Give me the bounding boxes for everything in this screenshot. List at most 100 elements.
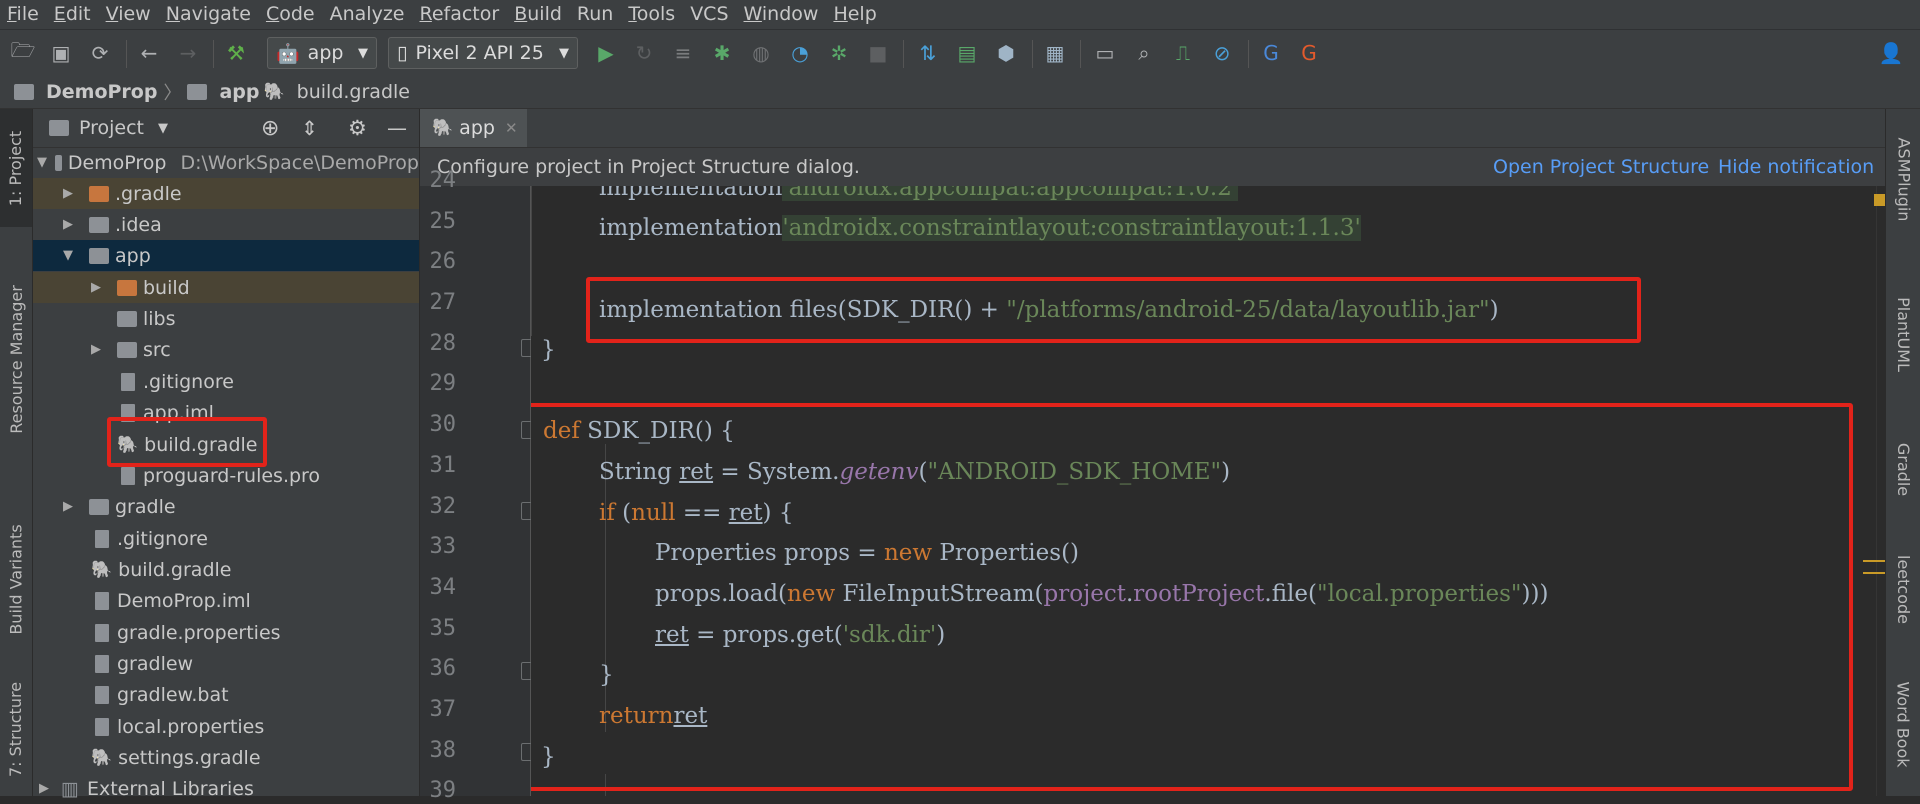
breadcrumb-module[interactable]: app	[187, 81, 260, 103]
menu-item-window[interactable]: Window	[737, 0, 827, 29]
line-number: 27	[429, 290, 457, 315]
menu-item-navigate[interactable]: Navigate	[159, 0, 259, 29]
tree-item-app[interactable]: ▼ app	[33, 240, 419, 271]
tree-item-local-properties[interactable]: local.properties	[33, 711, 419, 742]
tree-item-demoprop-iml[interactable]: DemoProp.iml	[33, 585, 419, 616]
line-number: 39	[429, 778, 457, 803]
profile-icon[interactable]: ◔	[787, 40, 813, 66]
translate-replace-icon[interactable]: G	[1296, 40, 1322, 66]
tree-item-external-libraries[interactable]: ▶ ▥ External Libraries	[33, 773, 419, 804]
open-folder-icon[interactable]: 🗁	[10, 38, 36, 66]
folder-icon	[117, 310, 137, 327]
apply-changes-icon[interactable]: ↻	[631, 40, 657, 66]
right-tool-strip: ASMPlugin PlantUML Gradle leetcode Word …	[1885, 109, 1920, 796]
chevron-down-icon: ▼	[358, 45, 368, 61]
code-line-24: implementation 'androidx.appcompat:appco…	[599, 186, 1239, 208]
menu-item-build[interactable]: Build	[507, 0, 570, 29]
apply-code-changes-icon[interactable]: ≡	[670, 40, 696, 66]
phone-icon: ▯	[397, 42, 408, 64]
user-avatar-icon[interactable]: 👤	[1878, 40, 1904, 66]
project-structure-icon[interactable]: ▦	[1042, 40, 1068, 66]
tree-item-src[interactable]: ▶ src	[33, 334, 419, 365]
tab-resource-manager[interactable]: Resource Manager	[0, 259, 32, 459]
menu-item-refactor[interactable]: Refactor	[412, 0, 507, 29]
sync-icon[interactable]: ⟳	[87, 40, 113, 66]
tree-item-root[interactable]: ▼ DemoProp D:\WorkSpace\DemoProp	[33, 147, 419, 178]
gear-icon[interactable]: ⚙	[348, 116, 367, 140]
tree-item-gradle[interactable]: ▶ gradle	[33, 491, 419, 522]
run-config-label: app	[307, 42, 344, 64]
menu-item-edit[interactable]: Edit	[47, 0, 99, 29]
translate-icon[interactable]: G	[1258, 40, 1284, 66]
save-icon[interactable]: ▣	[48, 40, 74, 66]
line-number: 29	[429, 371, 457, 396]
menu-item-view[interactable]: View	[99, 0, 159, 29]
locate-icon[interactable]: ⊕	[261, 116, 279, 141]
breadcrumb-project[interactable]: DemoProp	[14, 81, 157, 103]
stop-icon[interactable]: ■	[865, 40, 891, 66]
tab-structure[interactable]: 7: Structure	[0, 664, 32, 794]
tab-project[interactable]: 1: Project	[0, 109, 32, 227]
make-hammer-icon[interactable]: ⚒	[223, 40, 249, 66]
tab-gradle[interactable]: Gradle	[1886, 429, 1920, 509]
menu-item-help[interactable]: Help	[826, 0, 884, 29]
file-icon	[121, 466, 135, 485]
tab-word-book[interactable]: Word Book	[1886, 669, 1920, 779]
menu-item-code[interactable]: Code	[259, 0, 323, 29]
tree-item-gradle-properties[interactable]: gradle.properties	[33, 617, 419, 648]
search-icon[interactable]: ⌕	[1131, 40, 1157, 66]
tab-asmplugin[interactable]: ASMPlugin	[1886, 119, 1920, 239]
sdk-manager-icon[interactable]: ⬢	[993, 40, 1019, 66]
tree-item-build-gradle[interactable]: 🐘 build.gradle	[33, 554, 419, 585]
line-number: 34	[429, 575, 457, 600]
tree-item-gitignore[interactable]: .gitignore	[33, 523, 419, 554]
tree-item-settings-gradle[interactable]: 🐘 settings.gradle	[33, 742, 419, 773]
folder-icon	[49, 120, 69, 136]
tree-item-build[interactable]: ▶ build	[33, 272, 419, 303]
menu-item-run[interactable]: Run	[570, 0, 621, 29]
tree-item-libs[interactable]: libs	[33, 303, 419, 334]
collapse-icon[interactable]: ⇕	[301, 116, 318, 140]
tree-item-gradle-cache[interactable]: ▶ .gradle	[33, 178, 419, 209]
menu-item-tools[interactable]: Tools	[621, 0, 683, 29]
avd-manager-icon[interactable]: ▤	[954, 40, 980, 66]
line-number: 24	[429, 168, 457, 193]
tab-plantuml[interactable]: PlantUML	[1886, 279, 1920, 389]
device-select[interactable]: ▯ Pixel 2 API 25 ▼	[388, 37, 578, 69]
menu-item-analyze[interactable]: Analyze	[323, 0, 413, 29]
code-editor[interactable]: implementation 'androidx.appcompat:appco…	[531, 186, 1876, 796]
chevron-right-icon: ▶	[39, 781, 49, 796]
sync-gradle-icon[interactable]: ⇅	[915, 40, 941, 66]
debug-attach-icon[interactable]: ✲	[826, 40, 852, 66]
tab-leetcode[interactable]: leetcode	[1886, 539, 1920, 639]
terminal-icon[interactable]: ▭	[1092, 40, 1118, 66]
tab-app-build-gradle[interactable]: 🐘 app ✕	[420, 109, 527, 147]
module-folder-icon	[89, 247, 109, 264]
minimize-icon[interactable]: —	[387, 116, 407, 140]
tree-item-gradlew[interactable]: gradlew	[33, 648, 419, 679]
forward-arrow-icon[interactable]: →	[175, 40, 201, 66]
file-icon	[95, 529, 109, 548]
breadcrumb: DemoProp 〉 app 🐘 build.gradle	[0, 76, 1920, 109]
breadcrumb-file[interactable]: 🐘 build.gradle	[264, 81, 410, 103]
tab-build-variants[interactable]: Build Variants	[0, 479, 32, 679]
close-icon[interactable]: ✕	[505, 119, 518, 137]
back-arrow-icon[interactable]: ←	[136, 40, 162, 66]
chevron-right-icon: 〉	[163, 83, 182, 104]
monitor-icon[interactable]: ⎍	[1170, 40, 1196, 66]
run-config-select[interactable]: 🤖 app ▼	[267, 37, 377, 69]
menu-bar: File Edit View Navigate Code Analyze Refactor B…	[0, 0, 1920, 29]
tree-item-app-gitignore[interactable]: .gitignore	[33, 366, 419, 397]
no-entry-icon[interactable]: ⊘	[1209, 40, 1235, 66]
project-panel-header: Project ▼ ⊕ ⇕ ⚙ —	[33, 109, 419, 148]
open-project-structure-link[interactable]: Open Project Structure	[1493, 156, 1709, 178]
debug-icon[interactable]: ✱	[709, 40, 735, 66]
run-icon[interactable]: ▶	[593, 40, 619, 66]
menu-item-file[interactable]: File	[0, 0, 47, 29]
hide-notification-link[interactable]: Hide notification	[1718, 156, 1874, 178]
tree-item-idea[interactable]: ▶ .idea	[33, 209, 419, 240]
attach-debugger-icon[interactable]: ◍	[748, 40, 774, 66]
project-view-select[interactable]: Project	[79, 117, 144, 139]
menu-item-vcs[interactable]: VCS	[683, 0, 736, 29]
tree-item-gradlew-bat[interactable]: gradlew.bat	[33, 679, 419, 710]
